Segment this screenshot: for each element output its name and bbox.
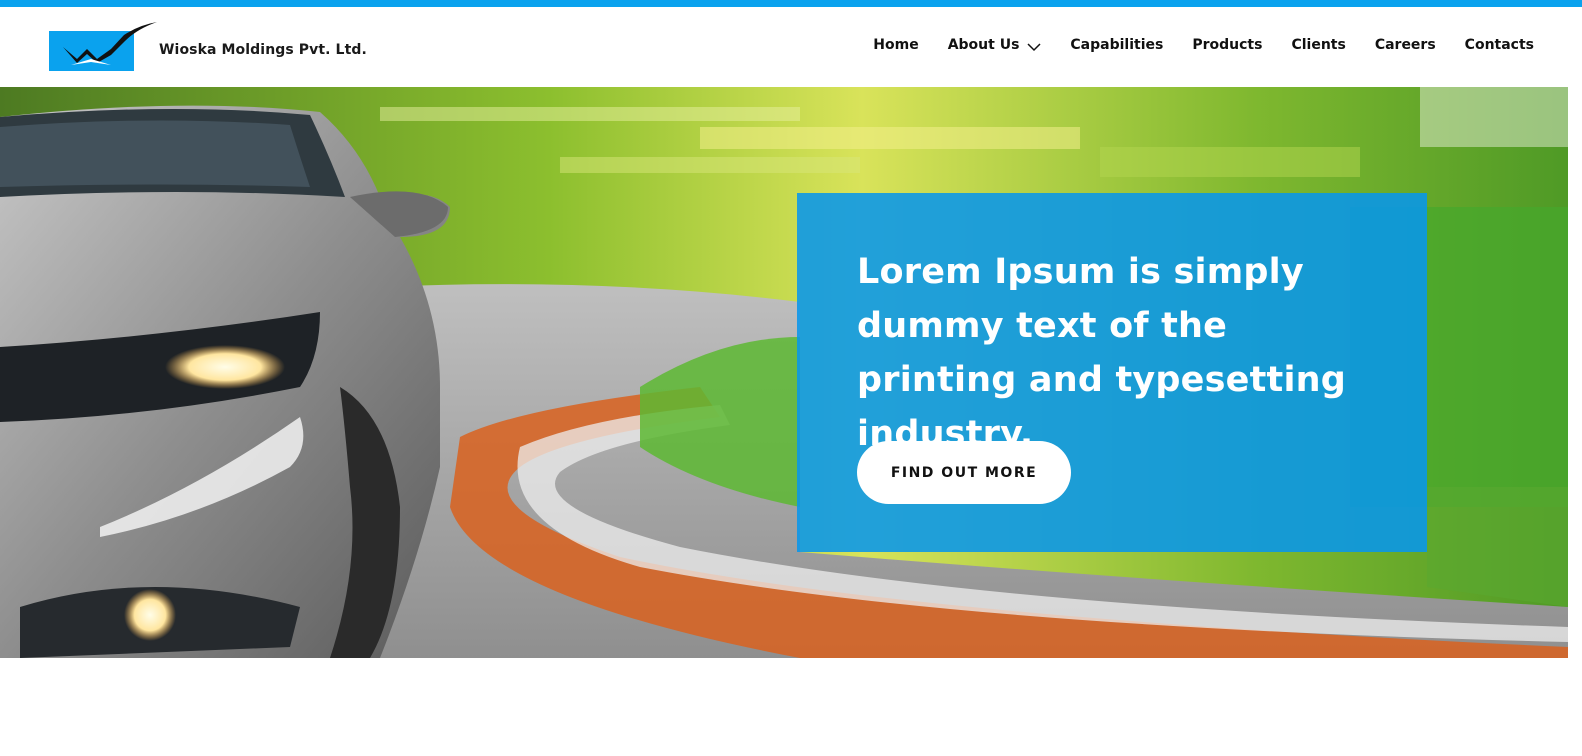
top-accent-stripe [0, 0, 1582, 7]
brand-name: Wioska Moldings Pvt. Ltd. [159, 42, 367, 58]
hero-title: Lorem Ipsum is simply dummy text of the … [857, 252, 1347, 454]
nav-clients-label: Clients [1291, 37, 1346, 53]
nav-about-us-label: About Us [947, 37, 1020, 53]
nav-products[interactable]: Products [1192, 37, 1262, 53]
nav-products-label: Products [1192, 37, 1263, 53]
hero-banner: Lorem Ipsum is simply dummy text of the … [0, 87, 1568, 658]
nav-careers-label: Careers [1374, 37, 1436, 53]
main-nav: Home About Us Capabilities Products Clie… [873, 37, 1534, 53]
find-out-more-button[interactable]: FIND OUT MORE [857, 441, 1071, 504]
nav-about-us[interactable]: About Us [948, 37, 1042, 53]
chevron-down-icon [1027, 40, 1041, 52]
brand-logo[interactable]: Wioska Moldings Pvt. Ltd. [49, 19, 367, 71]
nav-careers[interactable]: Careers [1375, 37, 1436, 53]
hero-promo-panel: Lorem Ipsum is simply dummy text of the … [797, 193, 1427, 552]
nav-contacts[interactable]: Contacts [1465, 37, 1534, 53]
nav-home[interactable]: Home [873, 37, 918, 53]
nav-capabilities[interactable]: Capabilities [1070, 37, 1163, 53]
site-header: Wioska Moldings Pvt. Ltd. Home About Us … [0, 7, 1582, 87]
nav-clients[interactable]: Clients [1291, 37, 1345, 53]
nav-capabilities-label: Capabilities [1070, 37, 1164, 53]
wm-logo-icon [49, 19, 159, 71]
nav-home-label: Home [873, 37, 919, 53]
nav-contacts-label: Contacts [1464, 37, 1534, 53]
